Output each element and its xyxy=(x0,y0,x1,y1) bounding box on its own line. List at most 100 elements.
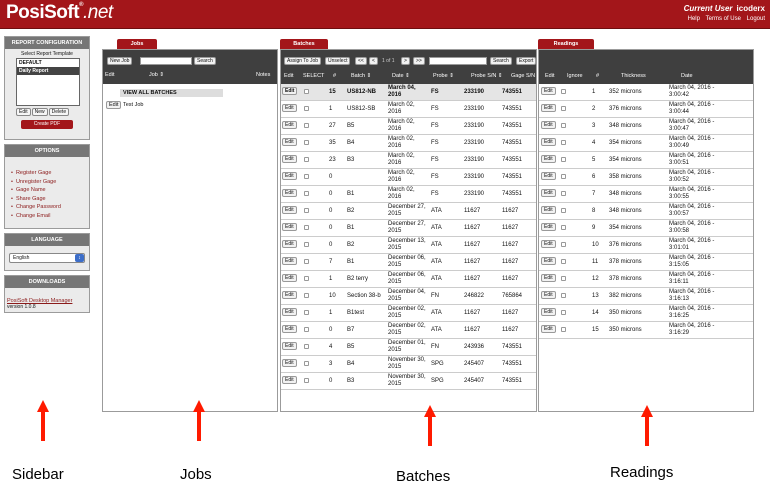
select-checkbox[interactable] xyxy=(304,344,309,349)
edit-reading-button[interactable]: Edit xyxy=(541,308,556,316)
change-password-link[interactable]: Change Password xyxy=(11,203,89,212)
select-checkbox[interactable] xyxy=(304,157,309,162)
select-checkbox[interactable] xyxy=(304,276,309,281)
terms-link[interactable]: Terms of Use xyxy=(706,16,741,22)
ignore-checkbox[interactable] xyxy=(561,242,566,247)
edit-batch-button[interactable]: Edit xyxy=(282,342,297,350)
change-email-link[interactable]: Change Email xyxy=(11,212,89,221)
table-row[interactable]: Edit 9 354 microns March 04, 2016 - 3:00:58 xyxy=(539,220,753,237)
table-row[interactable]: Edit 23 B3 March 02, 2016 FS 233190 743551 xyxy=(281,152,536,169)
delete-template-button[interactable]: Delete xyxy=(48,108,70,116)
table-row[interactable]: Edit 0 B3 November 30, 2015 SPG 245407 743551 xyxy=(281,373,536,390)
edit-batch-button[interactable]: Edit xyxy=(282,359,297,367)
gage-name-link[interactable]: Gage Name xyxy=(11,186,89,195)
table-row[interactable]: Edit 0 B7 December 02, 2015 ATA 11627 11627 xyxy=(281,322,536,339)
view-all-batches[interactable]: VIEW ALL BATCHES xyxy=(120,89,223,97)
edit-reading-button[interactable]: Edit xyxy=(541,189,556,197)
edit-batch-button[interactable]: Edit xyxy=(282,376,297,384)
next-page-button[interactable]: > xyxy=(401,57,410,65)
select-checkbox[interactable] xyxy=(304,361,309,366)
unselect-button[interactable]: Unselect xyxy=(325,57,351,65)
select-checkbox[interactable] xyxy=(304,106,309,111)
jobs-col-job[interactable]: Job ⇕ xyxy=(149,72,164,78)
table-row[interactable]: Edit 11 378 microns March 04, 2016 - 3:15:0… xyxy=(539,254,753,271)
new-template-button[interactable]: New xyxy=(31,108,48,116)
ignore-checkbox[interactable] xyxy=(561,191,566,196)
table-row[interactable]: Edit 7 348 microns March 04, 2016 - 3:00:55 xyxy=(539,186,753,203)
ignore-checkbox[interactable] xyxy=(561,310,566,315)
edit-batch-button[interactable]: Edit xyxy=(282,121,297,129)
table-row[interactable]: Edit 35 B4 March 02, 2016 FS 233190 743551 xyxy=(281,135,536,152)
edit-reading-button[interactable]: Edit xyxy=(541,257,556,265)
edit-batch-button[interactable]: Edit xyxy=(282,223,297,231)
edit-reading-button[interactable]: Edit xyxy=(541,206,556,214)
prev-page-button[interactable]: < xyxy=(369,57,378,65)
table-row[interactable]: Edit 4 354 microns March 04, 2016 - 3:00:49 xyxy=(539,135,753,152)
edit-batch-button[interactable]: Edit xyxy=(282,138,297,146)
table-row[interactable]: Edit 0 B2 December 13, 2015 ATA 11627 11627 xyxy=(281,237,536,254)
jobs-search-button[interactable]: Search xyxy=(194,57,216,65)
edit-reading-button[interactable]: Edit xyxy=(541,172,556,180)
edit-batch-button[interactable]: Edit xyxy=(282,257,297,265)
select-checkbox[interactable] xyxy=(304,310,309,315)
table-row[interactable]: Edit 10 Section 38-b December 04, 2015 FN 246… xyxy=(281,288,536,305)
jobs-search-input[interactable] xyxy=(140,57,192,65)
table-row[interactable]: Edit 8 348 microns March 04, 2016 - 3:00:57 xyxy=(539,203,753,220)
table-row[interactable]: Edit 12 378 microns March 04, 2016 - 3:16:1… xyxy=(539,271,753,288)
ignore-checkbox[interactable] xyxy=(561,259,566,264)
table-row[interactable]: Edit 1 352 microns March 04, 2016 - 3:00:42 xyxy=(539,84,753,101)
ignore-checkbox[interactable] xyxy=(561,123,566,128)
ignore-checkbox[interactable] xyxy=(561,140,566,145)
job-name[interactable]: Test Job xyxy=(123,102,143,108)
edit-batch-button[interactable]: Edit xyxy=(282,104,297,112)
unregister-gage-link[interactable]: Unregister Gage xyxy=(11,178,89,187)
select-checkbox[interactable] xyxy=(304,378,309,383)
edit-batch-button[interactable]: Edit xyxy=(282,87,298,95)
select-checkbox[interactable] xyxy=(304,140,309,145)
table-row[interactable]: Edit 1 US812-SB March 02, 2016 FS 233190 74355… xyxy=(281,101,536,118)
select-checkbox[interactable] xyxy=(304,293,309,298)
help-link[interactable]: Help xyxy=(688,16,700,22)
select-checkbox[interactable] xyxy=(304,225,309,230)
select-checkbox[interactable] xyxy=(304,123,309,128)
edit-batch-button[interactable]: Edit xyxy=(282,155,297,163)
table-row[interactable]: Edit 6 358 microns March 04, 2016 - 3:00:52 xyxy=(539,169,753,186)
table-row[interactable]: Edit 14 350 microns March 04, 2016 - 3:16:2… xyxy=(539,305,753,322)
last-page-button[interactable]: >> xyxy=(413,57,425,65)
table-row[interactable]: Edit 4 B5 December 01, 2015 FN 243936 743551 xyxy=(281,339,536,356)
register-gage-link[interactable]: Register Gage xyxy=(11,169,89,178)
batches-col-batch[interactable]: Batch ⇕ xyxy=(351,73,371,79)
edit-reading-button[interactable]: Edit xyxy=(541,138,556,146)
table-row[interactable]: Edit 10 376 microns March 04, 2016 - 3:01:0… xyxy=(539,237,753,254)
template-daily-report[interactable]: Daily Report xyxy=(17,67,79,75)
select-checkbox[interactable] xyxy=(304,89,309,94)
tab-jobs[interactable]: Jobs xyxy=(117,39,157,49)
ignore-checkbox[interactable] xyxy=(561,174,566,179)
table-row[interactable]: Edit 0 B1 March 02, 2016 FS 233190 743551 xyxy=(281,186,536,203)
table-row[interactable]: Edit Test Job xyxy=(103,100,277,111)
batches-col-date[interactable]: Date ⇕ xyxy=(392,73,410,79)
tab-readings[interactable]: Readings xyxy=(538,39,594,49)
edit-template-button[interactable]: Edit xyxy=(16,108,31,116)
table-row[interactable]: Edit 15 US812-NB March 04, 2016 FS 233190 7435… xyxy=(281,84,536,101)
edit-batch-button[interactable]: Edit xyxy=(282,172,297,180)
select-checkbox[interactable] xyxy=(304,242,309,247)
ignore-checkbox[interactable] xyxy=(561,225,566,230)
table-row[interactable]: Edit 0 B2 December 27, 2015 ATA 11627 11627 xyxy=(281,203,536,220)
select-checkbox[interactable] xyxy=(304,208,309,213)
table-row[interactable]: Edit 0 B1 December 27, 2015 ATA 11627 11627 xyxy=(281,220,536,237)
table-row[interactable]: Edit 1 B1test December 02, 2015 ATA 11627 1162… xyxy=(281,305,536,322)
export-button[interactable]: Export xyxy=(516,57,536,65)
edit-reading-button[interactable]: Edit xyxy=(541,87,556,95)
edit-job-button[interactable]: Edit xyxy=(106,101,122,109)
ignore-checkbox[interactable] xyxy=(561,276,566,281)
ignore-checkbox[interactable] xyxy=(561,293,566,298)
edit-batch-button[interactable]: Edit xyxy=(282,308,297,316)
edit-batch-button[interactable]: Edit xyxy=(282,206,297,214)
edit-reading-button[interactable]: Edit xyxy=(541,121,556,129)
new-job-button[interactable]: New Job xyxy=(107,57,133,65)
table-row[interactable]: Edit 3 348 microns March 04, 2016 - 3:00:47 xyxy=(539,118,753,135)
table-row[interactable]: Edit 5 354 microns March 04, 2016 - 3:00:51 xyxy=(539,152,753,169)
template-default[interactable]: DEFAULT xyxy=(17,59,79,67)
posisoft-logo[interactable]: PosiSoft®.net xyxy=(6,2,113,24)
